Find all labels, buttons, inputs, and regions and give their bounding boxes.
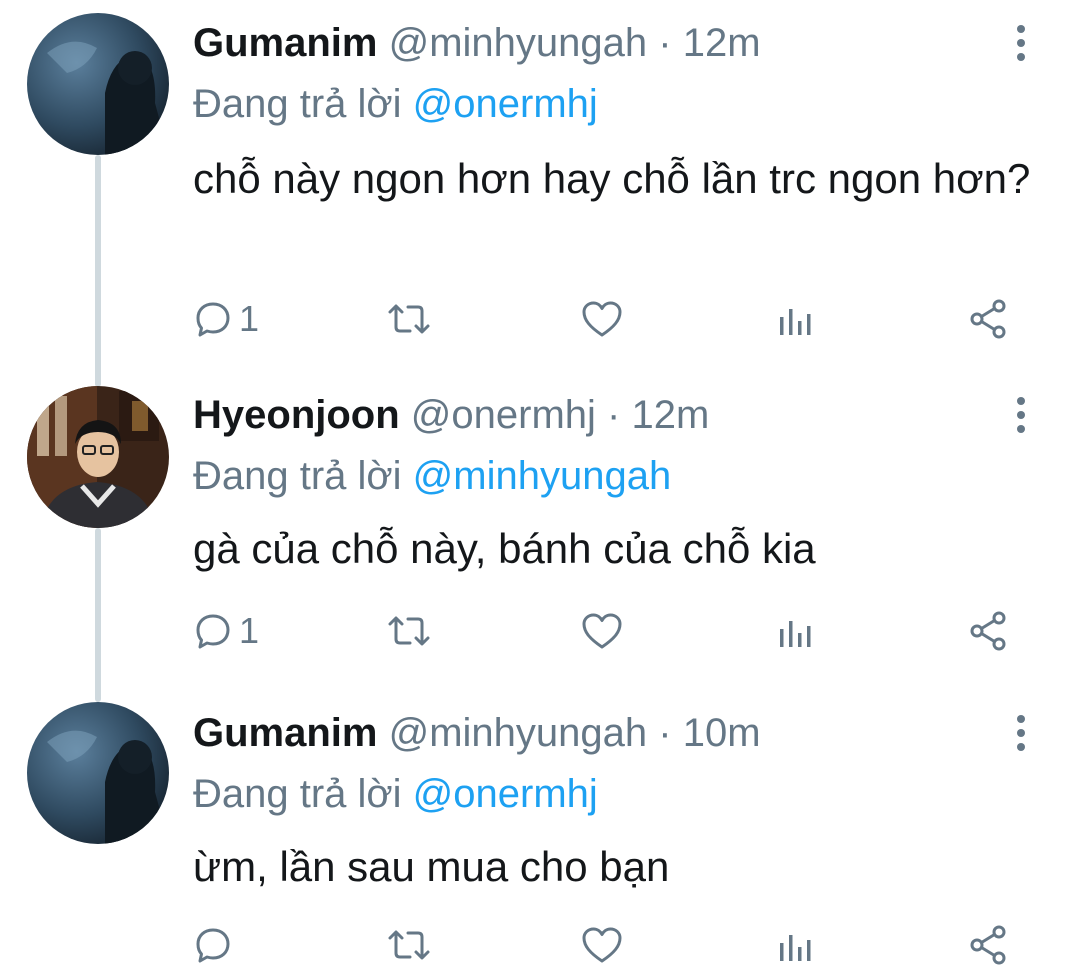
tweet-header: Gumanim @minhyungah · 12m	[193, 20, 761, 66]
analytics-button[interactable]	[777, 294, 813, 344]
analytics-button[interactable]	[777, 920, 813, 970]
retweet-icon	[388, 304, 430, 334]
tweet[interactable]: Gumanim @minhyungah · 12m Đang trả lời @…	[0, 0, 1080, 360]
analytics-icon	[780, 935, 811, 961]
tweet-thread: Gumanim @minhyungah · 12m Đang trả lời @…	[0, 0, 1080, 979]
retweet-icon	[388, 616, 430, 646]
share-icon	[970, 925, 1006, 965]
username[interactable]: @onermhj	[411, 393, 596, 437]
display-name[interactable]: Hyeonjoon	[193, 393, 400, 437]
retweet-button[interactable]	[386, 606, 438, 656]
analytics-icon	[780, 309, 811, 335]
reply-count: 1	[239, 610, 260, 651]
retweet-button[interactable]	[386, 920, 438, 970]
replying-to-label: Đang trả lời	[193, 82, 402, 126]
tweet-actions: 1	[0, 606, 1080, 656]
reply-count: 1	[239, 298, 260, 339]
like-button[interactable]	[580, 606, 630, 656]
avatar[interactable]	[27, 13, 169, 155]
avatar[interactable]	[27, 386, 169, 528]
share-icon	[970, 299, 1006, 339]
retweet-icon	[388, 930, 430, 960]
heart-icon	[582, 301, 622, 337]
separator-dot: ·	[607, 393, 621, 437]
timestamp[interactable]: 12m	[683, 21, 761, 65]
reply-icon	[196, 928, 230, 963]
tweet-text: chỗ này ngon hơn hay chỗ lần trc ngon hơ…	[193, 155, 1031, 202]
replying-to: Đang trả lời @onermhj	[193, 771, 598, 817]
heart-icon	[582, 613, 622, 649]
reply-icon	[196, 302, 230, 337]
tweet-text: ừm, lần sau mua cho bạn	[193, 843, 670, 890]
analytics-icon	[780, 621, 811, 647]
more-vertical-icon[interactable]	[1010, 712, 1032, 756]
timestamp[interactable]: 12m	[632, 393, 710, 437]
share-button[interactable]	[968, 294, 1010, 344]
tweet-actions	[0, 920, 1080, 970]
tweet-actions: 1	[0, 294, 1080, 344]
replying-to-label: Đang trả lời	[193, 772, 402, 816]
reply-button[interactable]: 1	[193, 294, 259, 344]
reply-button[interactable]	[193, 920, 239, 970]
tweet-text: gà của chỗ này, bánh của chỗ kia	[193, 525, 816, 572]
share-button[interactable]	[968, 920, 1010, 970]
separator-dot: ·	[658, 711, 672, 755]
username[interactable]: @minhyungah	[389, 711, 648, 755]
replying-to: Đang trả lời @minhyungah	[193, 453, 671, 499]
share-button[interactable]	[968, 606, 1010, 656]
like-button[interactable]	[580, 920, 630, 970]
username[interactable]: @minhyungah	[389, 21, 648, 65]
retweet-button[interactable]	[386, 294, 438, 344]
replying-to-mention[interactable]: @onermhj	[413, 82, 598, 126]
more-vertical-icon[interactable]	[1010, 394, 1032, 438]
avatar[interactable]	[27, 702, 169, 844]
tweet[interactable]: Gumanim @minhyungah · 10m Đang trả lời @…	[0, 690, 1080, 979]
analytics-button[interactable]	[777, 606, 813, 656]
reply-button[interactable]: 1	[193, 606, 259, 656]
replying-to-label: Đang trả lời	[193, 454, 402, 498]
share-icon	[970, 611, 1006, 651]
display-name[interactable]: Gumanim	[193, 21, 377, 65]
timestamp[interactable]: 10m	[683, 711, 761, 755]
reply-icon	[196, 614, 230, 649]
tweet-header: Gumanim @minhyungah · 10m	[193, 710, 761, 756]
separator-dot: ·	[658, 21, 672, 65]
tweet-header: Hyeonjoon @onermhj · 12m	[193, 392, 709, 438]
replying-to-mention[interactable]: @minhyungah	[413, 454, 672, 498]
heart-icon	[582, 927, 622, 963]
replying-to: Đang trả lời @onermhj	[193, 81, 598, 127]
display-name[interactable]: Gumanim	[193, 711, 377, 755]
replying-to-mention[interactable]: @onermhj	[413, 772, 598, 816]
tweet[interactable]: Hyeonjoon @onermhj · 12m Đang trả lời @m…	[0, 372, 1080, 702]
like-button[interactable]	[580, 294, 630, 344]
more-vertical-icon[interactable]	[1010, 22, 1032, 66]
